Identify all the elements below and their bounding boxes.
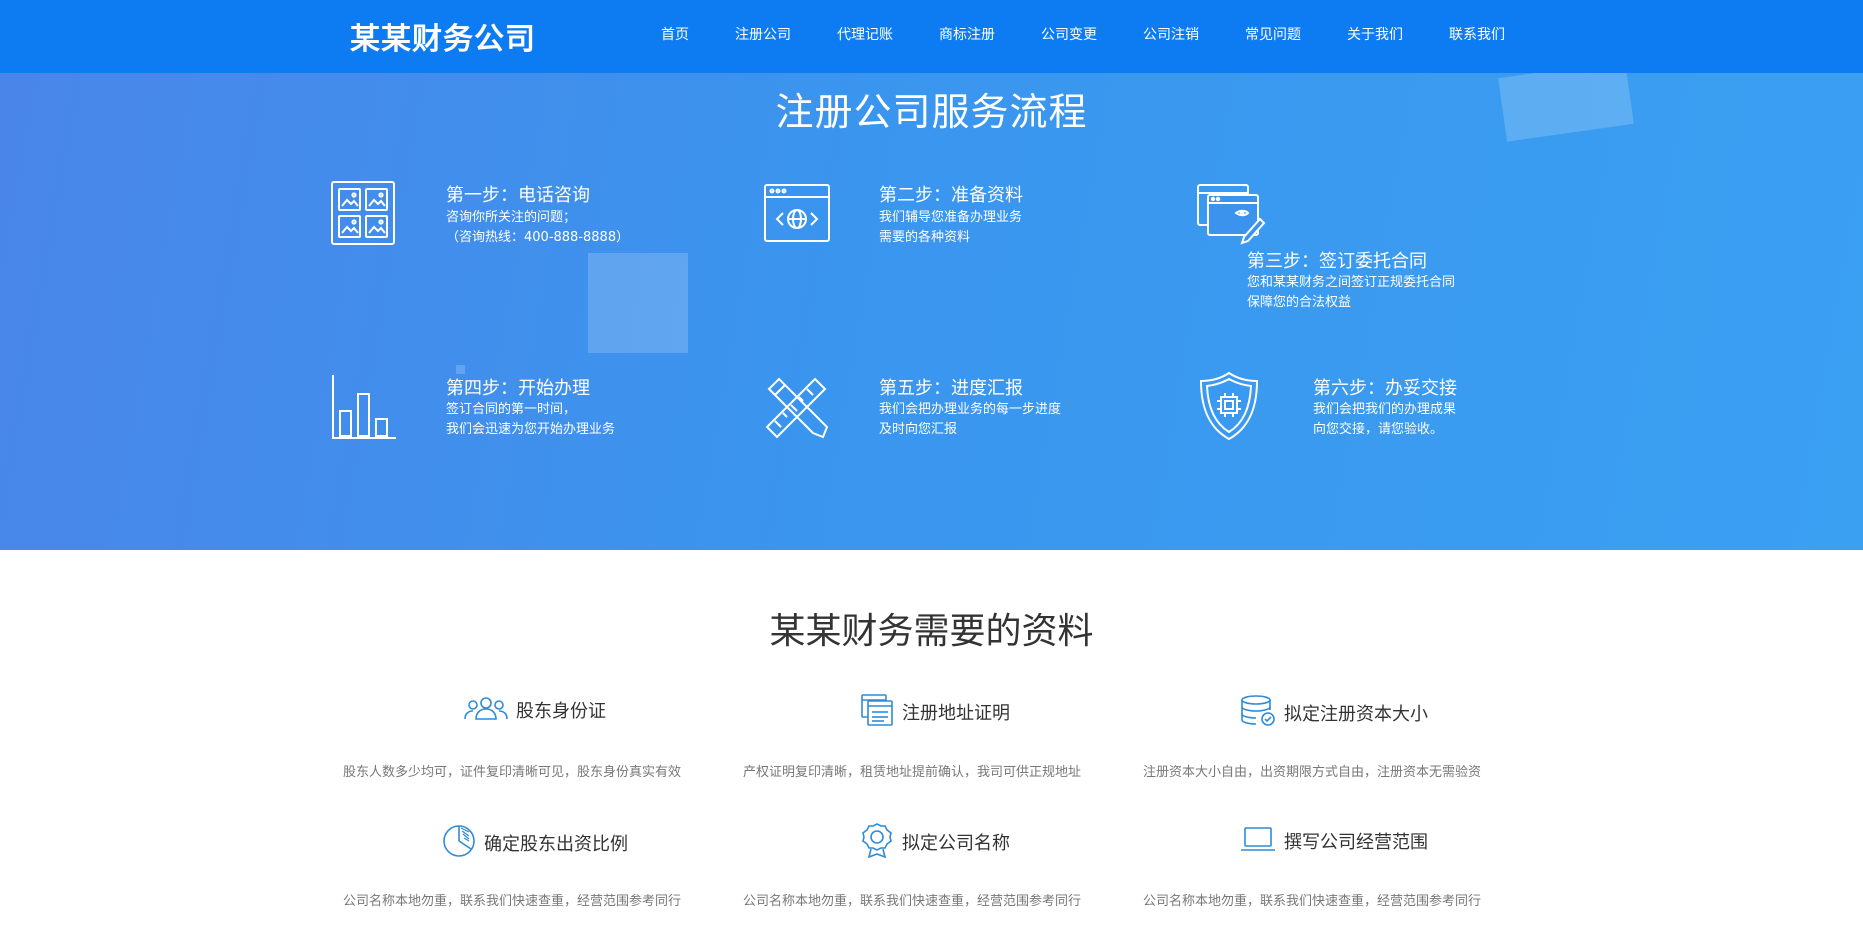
process-section: 注册公司服务流程 第一步：电话咨询 咨询你所关注的问题； （咨询热线：400-8… — [0, 73, 1863, 550]
material-desc: 产权证明复印清晰，租赁地址提前确认，我司可供正规地址 — [743, 765, 1082, 780]
pie-chart-icon — [442, 824, 476, 862]
nav-bookkeeping[interactable]: 代理记账 — [814, 0, 916, 73]
shield-chip-icon — [1198, 371, 1260, 441]
main-nav: 首页 注册公司 代理记账 商标注册 公司变更 公司注销 常见问题 关于我们 联系… — [638, 0, 1528, 73]
site-header: 某某财务公司 首页 注册公司 代理记账 商标注册 公司变更 公司注销 常见问题 … — [0, 0, 1863, 73]
nav-about[interactable]: 关于我们 — [1324, 0, 1426, 73]
material-label: 股东身份证 — [516, 701, 606, 722]
material-label: 拟定公司名称 — [902, 833, 1010, 854]
documents-icon — [860, 693, 894, 731]
material-shareholder-ratio[interactable]: 确定股东出资比例 — [442, 824, 628, 862]
step-1-desc: 咨询你所关注的问题； （咨询热线：400-888-8888） — [446, 210, 630, 245]
decor-square — [588, 253, 688, 353]
award-badge-icon — [860, 822, 894, 862]
ruler-pencil-icon — [763, 373, 831, 441]
site-logo[interactable]: 某某财务公司 — [350, 14, 536, 58]
step-2-desc: 我们辅导您准备办理业务 需要的各种资料 — [879, 210, 1023, 245]
step-3-desc: 您和某某财务之间签订正规委托合同 保障您的合法权益 — [1247, 275, 1456, 310]
material-label: 拟定注册资本大小 — [1284, 704, 1428, 725]
nav-home[interactable]: 首页 — [638, 0, 712, 73]
material-shareholder-id[interactable]: 股东身份证 — [464, 695, 606, 725]
step-6-title: 第六步：办妥交接 — [1313, 378, 1457, 399]
material-desc: 公司名称本地勿重，联系我们快速查重，经营范围参考同行 — [343, 894, 682, 909]
page: 某某财务公司 首页 注册公司 代理记账 商标注册 公司变更 公司注销 常见问题 … — [0, 0, 1863, 931]
step-1-title: 第一步：电话咨询 — [446, 185, 590, 206]
database-check-icon — [1240, 695, 1276, 731]
material-registered-capital[interactable]: 拟定注册资本大小 — [1240, 695, 1428, 731]
material-desc: 公司名称本地勿重，联系我们快速查重，经营范围参考同行 — [743, 894, 1082, 909]
material-address-proof[interactable]: 注册地址证明 — [860, 693, 1010, 731]
material-desc: 股东人数多少均可，证件复印清晰可见，股东身份真实有效 — [343, 765, 682, 780]
material-label: 撰写公司经营范围 — [1284, 832, 1428, 853]
nav-register-company[interactable]: 注册公司 — [712, 0, 814, 73]
browser-globe-icon — [763, 183, 831, 243]
step-5-desc: 我们会把办理业务的每一步进度 及时向您汇报 — [879, 402, 1062, 437]
decor-square — [456, 365, 465, 374]
material-desc: 公司名称本地勿重，联系我们快速查重，经营范围参考同行 — [1143, 894, 1482, 909]
step-5-title: 第五步：进度汇报 — [879, 378, 1023, 399]
nav-contact[interactable]: 联系我们 — [1426, 0, 1528, 73]
material-desc: 注册资本大小自由，出资期限方式自由，注册资本无需验资 — [1143, 765, 1482, 780]
process-title: 注册公司服务流程 — [775, 90, 1088, 134]
step-3-title: 第三步：签订委托合同 — [1247, 251, 1427, 272]
step-2-title: 第二步：准备资料 — [879, 185, 1023, 206]
image-grid-icon — [330, 180, 396, 246]
materials-title: 某某财务需要的资料 — [769, 611, 1094, 652]
nav-trademark[interactable]: 商标注册 — [916, 0, 1018, 73]
nav-company-change[interactable]: 公司变更 — [1018, 0, 1120, 73]
material-business-scope[interactable]: 撰写公司经营范围 — [1240, 824, 1428, 858]
material-label: 注册地址证明 — [902, 703, 1010, 724]
nav-company-cancel[interactable]: 公司注销 — [1120, 0, 1222, 73]
laptop-icon — [1240, 824, 1276, 858]
windows-pen-icon — [1196, 183, 1266, 245]
material-label: 确定股东出资比例 — [484, 834, 628, 855]
nav-faq[interactable]: 常见问题 — [1222, 0, 1324, 73]
step-4-title: 第四步：开始办理 — [446, 378, 590, 399]
people-icon — [464, 695, 508, 725]
material-company-name[interactable]: 拟定公司名称 — [860, 822, 1010, 862]
step-4-desc: 签订合同的第一时间， 我们会迅速为您开始办理业务 — [446, 402, 616, 437]
bar-chart-icon — [330, 373, 398, 441]
step-6-desc: 我们会把我们的办理成果 向您交接，请您验收。 — [1313, 402, 1457, 437]
